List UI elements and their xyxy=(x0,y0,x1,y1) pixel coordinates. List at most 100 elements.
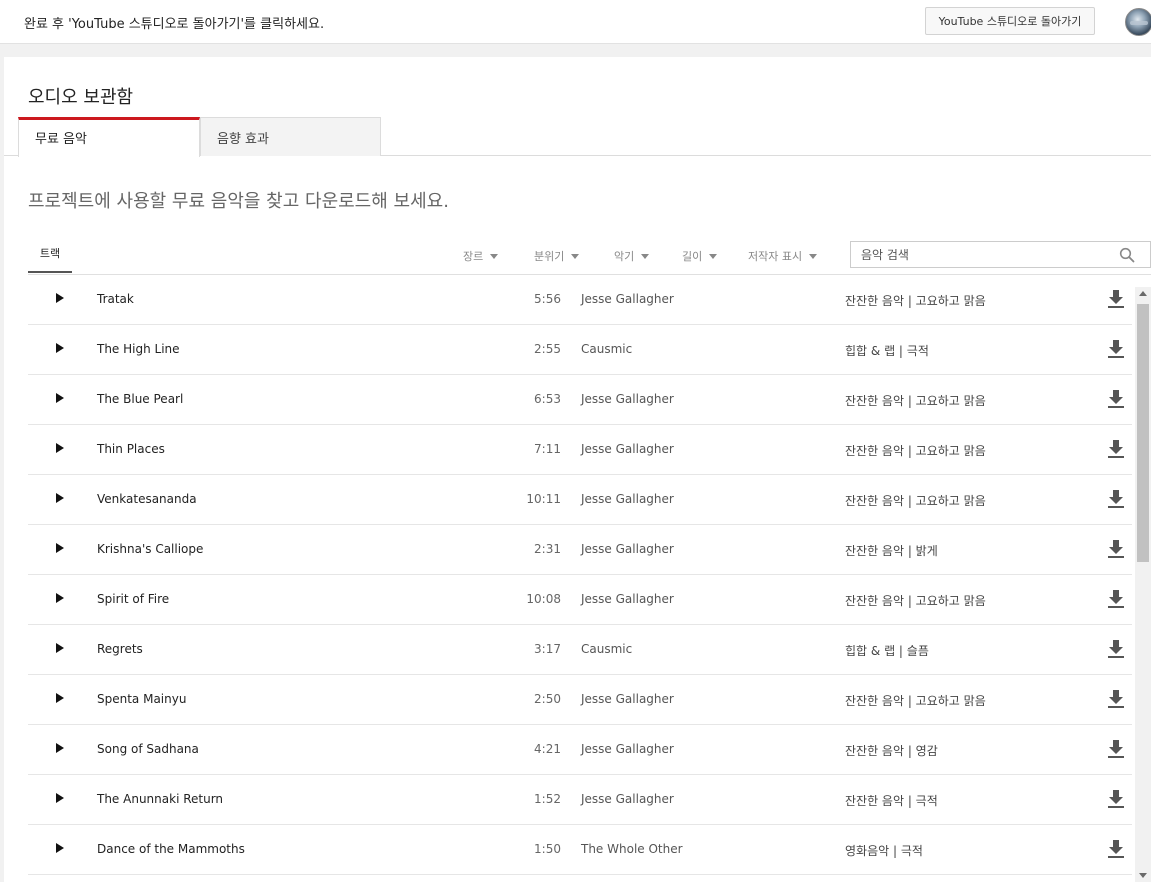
download-icon[interactable] xyxy=(1107,839,1125,859)
play-icon[interactable] xyxy=(56,493,66,505)
track-duration: 3:17 xyxy=(534,642,561,656)
track-duration: 1:50 xyxy=(534,842,561,856)
track-title: The Anunnaki Return xyxy=(97,792,224,806)
play-icon[interactable] xyxy=(56,543,66,555)
download-icon[interactable] xyxy=(1107,489,1125,509)
genre-filter-label: 장르 xyxy=(463,250,484,263)
download-icon[interactable] xyxy=(1107,289,1125,309)
caret-down-icon xyxy=(809,253,818,259)
track-list-scrollbar[interactable] xyxy=(1135,287,1151,882)
filter-bar: 트랙 장르 분위기 악기 길이 저작자 표시 xyxy=(28,240,1151,275)
track-artist: Jesse Gallagher xyxy=(581,392,674,406)
track-duration: 7:11 xyxy=(534,442,561,456)
track-title: The High Line xyxy=(97,342,180,356)
play-icon[interactable] xyxy=(56,443,66,455)
track-genre-mood: 잔잔한 음악 | 영감 xyxy=(845,744,938,758)
play-icon[interactable] xyxy=(56,593,66,605)
track-artist: Jesse Gallagher xyxy=(581,792,674,806)
track-row[interactable]: Spirit of Fire 10:08 Jesse Gallagher 잔잔한 음악… xyxy=(28,575,1132,625)
track-genre-mood: 잔잔한 음악 | 밝게 xyxy=(845,544,938,558)
track-row[interactable]: The High Line 2:55 Causmic 힙합 & 랩 | 극적 xyxy=(28,325,1132,375)
track-row[interactable]: Regrets 3:17 Causmic 힙합 & 랩 | 슬픔 xyxy=(28,625,1132,675)
duration-filter-label: 길이 xyxy=(682,250,703,263)
genre-filter[interactable]: 장르 xyxy=(463,248,499,264)
track-genre-mood: 힙합 & 랩 | 극적 xyxy=(845,344,929,358)
play-icon[interactable] xyxy=(56,793,66,805)
mood-filter[interactable]: 분위기 xyxy=(534,248,580,264)
track-genre-mood: 잔잔한 음악 | 고요하고 맑음 xyxy=(845,394,986,408)
track-artist: Jesse Gallagher xyxy=(581,292,674,306)
caret-down-icon xyxy=(490,253,499,259)
library-tabs: 무료 음악 음향 효과 xyxy=(4,117,1151,157)
tab-sound-effects[interactable]: 음향 효과 xyxy=(200,117,381,156)
scroll-down-icon[interactable] xyxy=(1139,873,1147,878)
track-duration: 10:11 xyxy=(526,492,561,506)
play-icon[interactable] xyxy=(56,393,66,405)
download-icon[interactable] xyxy=(1107,589,1125,609)
download-icon[interactable] xyxy=(1107,389,1125,409)
track-row[interactable]: Venkatesananda 10:11 Jesse Gallagher 잔잔한 음악… xyxy=(28,475,1132,525)
duration-filter[interactable]: 길이 xyxy=(682,248,718,264)
track-title: The Blue Pearl xyxy=(97,392,184,406)
download-icon[interactable] xyxy=(1107,789,1125,809)
download-icon[interactable] xyxy=(1107,689,1125,709)
track-row[interactable]: Tratak 5:56 Jesse Gallagher 잔잔한 음악 | 고요하고 맑… xyxy=(28,275,1132,325)
caret-down-icon xyxy=(571,253,580,259)
track-genre-mood: 잔잔한 음악 | 고요하고 맑음 xyxy=(845,694,986,708)
track-duration: 4:21 xyxy=(534,742,561,756)
play-icon[interactable] xyxy=(56,843,66,855)
track-list: Tratak 5:56 Jesse Gallagher 잔잔한 음악 | 고요하고 맑… xyxy=(28,275,1134,882)
return-message: 완료 후 'YouTube 스튜디오로 돌아가기'를 클릭하세요. xyxy=(24,17,325,32)
track-artist: Jesse Gallagher xyxy=(581,442,674,456)
play-icon[interactable] xyxy=(56,743,66,755)
track-genre-mood: 영화음악 | 극적 xyxy=(845,844,923,858)
track-title: Dance of the Mammoths xyxy=(97,842,245,856)
track-artist: Jesse Gallagher xyxy=(581,542,674,556)
track-artist: Causmic xyxy=(581,642,633,656)
tab-free-music[interactable]: 무료 음악 xyxy=(18,117,200,157)
scrollbar-thumb[interactable] xyxy=(1137,304,1149,562)
track-duration: 5:56 xyxy=(534,292,561,306)
track-title: Krishna's Calliope xyxy=(97,542,204,556)
download-icon[interactable] xyxy=(1107,739,1125,759)
track-genre-mood: 잔잔한 음악 | 고요하고 맑음 xyxy=(845,494,986,508)
play-icon[interactable] xyxy=(56,343,66,355)
track-artist: Jesse Gallagher xyxy=(581,742,674,756)
play-icon[interactable] xyxy=(56,643,66,655)
caret-down-icon xyxy=(709,253,718,259)
download-icon[interactable] xyxy=(1107,539,1125,559)
track-artist: Jesse Gallagher xyxy=(581,692,674,706)
track-duration: 2:31 xyxy=(534,542,561,556)
track-row[interactable]: Song of Sadhana 4:21 Jesse Gallagher 잔잔한 음악… xyxy=(28,725,1132,775)
attribution-filter[interactable]: 저작자 표시 xyxy=(748,248,818,264)
user-avatar-icon[interactable] xyxy=(1125,8,1151,36)
tracks-tab[interactable]: 트랙 xyxy=(28,240,72,273)
music-search-box xyxy=(850,241,1151,268)
download-icon[interactable] xyxy=(1107,339,1125,359)
play-icon[interactable] xyxy=(56,693,66,705)
track-genre-mood: 잔잔한 음악 | 고요하고 맑음 xyxy=(845,444,986,458)
track-artist: Jesse Gallagher xyxy=(581,592,674,606)
track-artist: Causmic xyxy=(581,342,633,356)
track-row[interactable]: The Anunnaki Return 1:52 Jesse Gallagher 잔잔… xyxy=(28,775,1132,825)
track-title: Regrets xyxy=(97,642,143,656)
back-to-studio-button[interactable]: YouTube 스튜디오로 돌아가기 xyxy=(925,7,1095,35)
track-title: Spirit of Fire xyxy=(97,592,170,606)
track-row[interactable]: Thin Places 7:11 Jesse Gallagher 잔잔한 음악 | 고… xyxy=(28,425,1132,475)
track-title: Tratak xyxy=(97,292,134,306)
instrument-filter[interactable]: 악기 xyxy=(614,248,650,264)
download-icon[interactable] xyxy=(1107,639,1125,659)
play-icon[interactable] xyxy=(56,293,66,305)
track-row[interactable]: Krishna's Calliope 2:31 Jesse Gallagher 잔잔한… xyxy=(28,525,1132,575)
music-search-input[interactable] xyxy=(851,242,1111,267)
download-icon[interactable] xyxy=(1107,439,1125,459)
track-row[interactable]: Spenta Mainyu 2:50 Jesse Gallagher 잔잔한 음악 |… xyxy=(28,675,1132,725)
track-row[interactable]: Dance of the Mammoths 1:50 The Whole Other… xyxy=(28,825,1132,875)
instrument-filter-label: 악기 xyxy=(614,250,635,263)
track-artist: The Whole Other xyxy=(581,842,683,856)
scroll-up-icon[interactable] xyxy=(1139,291,1147,296)
audio-library-panel: 오디오 보관함 무료 음악 음향 효과 프로젝트에 사용할 무료 음악을 찾고 … xyxy=(4,57,1151,882)
search-icon[interactable] xyxy=(1119,247,1135,263)
track-title: Spenta Mainyu xyxy=(97,692,187,706)
track-row[interactable]: The Blue Pearl 6:53 Jesse Gallagher 잔잔한 음악 … xyxy=(28,375,1132,425)
